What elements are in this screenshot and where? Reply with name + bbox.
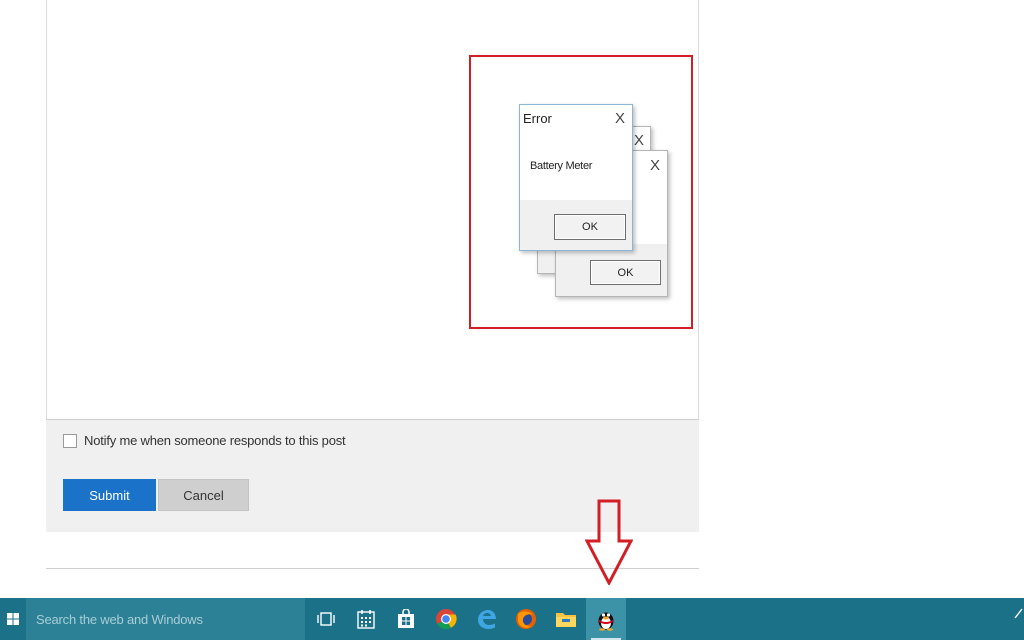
- firefox-icon[interactable]: [506, 598, 546, 640]
- down-arrow-icon: [585, 499, 633, 585]
- error-dialog-front: Error X Battery Meter OK: [519, 104, 633, 251]
- ok-button[interactable]: OK: [554, 214, 626, 240]
- close-icon[interactable]: X: [650, 158, 660, 173]
- close-icon[interactable]: X: [634, 133, 644, 148]
- tray-overflow-icon[interactable]: [1014, 606, 1024, 620]
- edge-icon[interactable]: [466, 598, 506, 640]
- dialog-title: Error: [523, 111, 552, 126]
- submit-button[interactable]: Submit: [63, 479, 156, 511]
- page-right-border: [698, 0, 699, 420]
- page-left-border: [46, 0, 47, 420]
- qq-penguin-icon[interactable]: [586, 598, 626, 640]
- notify-row[interactable]: Notify me when someone responds to this …: [63, 433, 346, 448]
- notify-label: Notify me when someone responds to this …: [84, 433, 346, 448]
- task-view-icon[interactable]: [306, 598, 346, 640]
- ok-button[interactable]: OK: [590, 260, 661, 285]
- store-icon[interactable]: [386, 598, 426, 640]
- calendar-icon[interactable]: [346, 598, 386, 640]
- start-button[interactable]: [0, 598, 26, 640]
- cancel-button[interactable]: Cancel: [158, 479, 249, 511]
- search-placeholder: Search the web and Windows: [36, 611, 203, 627]
- search-box[interactable]: Search the web and Windows: [26, 598, 305, 640]
- file-explorer-icon[interactable]: [546, 598, 586, 640]
- notify-checkbox[interactable]: [63, 433, 77, 448]
- windows-logo-icon: [7, 613, 19, 625]
- taskbar: Search the web and Windows: [0, 598, 1024, 640]
- close-icon[interactable]: X: [615, 111, 625, 126]
- chrome-icon[interactable]: [426, 598, 466, 640]
- dialog-message: Battery Meter: [530, 160, 593, 172]
